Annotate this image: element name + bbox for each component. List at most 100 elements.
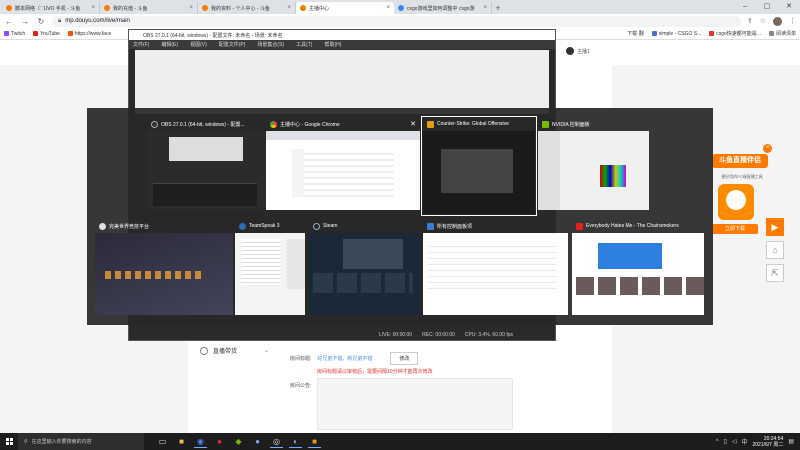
teamspeak-icon[interactable]: ● (251, 435, 264, 448)
windows-taskbar: ⚲ 在这里输入你要搜索的内容 ▭ ■ ◉ ● ◆ ● ◎ ◐ ■ ^ ▯ ◁ 中… (0, 433, 800, 450)
youtube-icon (33, 31, 39, 36)
notice-textarea[interactable] (317, 378, 513, 430)
obs-menu-item[interactable]: 视图(V) (190, 41, 207, 48)
switcher-window-perfect-world[interactable]: 完美世界竞技平台 (95, 220, 233, 315)
close-tab-icon[interactable]: × (483, 5, 487, 11)
nvidia-icon (542, 120, 549, 128)
switcher-window-obs[interactable]: OBS 27.0.1 (64-bit, windows) - 配置... (147, 118, 265, 210)
douyu-app-ad[interactable]: 斗鱼直播伴侣 更好用的PC端直播工具 立即下载 × (706, 144, 772, 236)
douyu-logo-icon (718, 184, 754, 220)
obs-menu-item[interactable]: 工具(T) (296, 41, 312, 48)
window-thumbnail (235, 233, 305, 315)
menu-icon[interactable]: ⋮ (789, 17, 796, 25)
share-icon[interactable]: ⇱ (766, 264, 784, 282)
windows-start-button[interactable] (0, 433, 18, 450)
network-icon[interactable]: ▯ (724, 438, 727, 445)
perfect-world-icon (99, 222, 106, 230)
volume-icon[interactable]: ◁ (732, 438, 737, 445)
close-tab-icon[interactable]: × (91, 5, 95, 11)
browser-tab[interactable]: csgo游戏里如何调整中 csgo游 × (394, 2, 492, 14)
browser-tab-active[interactable]: 主播中心 × (296, 2, 394, 14)
netease-music-icon[interactable]: ● (213, 435, 226, 448)
window-thumbnail (572, 233, 704, 315)
new-tab-button[interactable]: + (492, 2, 504, 14)
switcher-window-teamspeak[interactable]: TeamSpeak 3 (235, 220, 305, 315)
share-icon[interactable]: ⇪ (747, 17, 753, 25)
obs-menu-item[interactable]: 场景集合(S) (257, 41, 284, 48)
obs-icon[interactable]: ◎ (270, 435, 283, 448)
title-warning: 房间标题请以审核后，需要间隔10分钟才能再次修改 (317, 369, 433, 375)
taskbar-search-input[interactable]: ⚲ 在这里输入你要搜索的内容 (18, 433, 144, 450)
bookmark-download[interactable]: 下载·翻 (627, 30, 644, 37)
maximize-icon[interactable]: ▢ (756, 0, 778, 14)
reading-list[interactable]: 阅读清单 (768, 30, 796, 37)
home-icon[interactable]: ⌂ (766, 241, 784, 259)
back-icon[interactable]: ← (4, 17, 14, 26)
teamspeak-icon (239, 222, 246, 230)
bookmark-faceit[interactable]: https://www.face (67, 31, 111, 37)
obs-title: OBS 27.0.1 (64-bit, windows) - 配置文件: 未命名… (129, 30, 555, 40)
browser-tab[interactable]: 我的充值 - 斗鱼 × (100, 2, 198, 14)
windows-logo-icon (5, 438, 13, 445)
close-icon[interactable]: × (763, 144, 772, 153)
user-chip[interactable]: 主播1 (566, 47, 590, 55)
taskbar-clock[interactable]: 20:34:54 2021/6/7 周二 (752, 436, 783, 448)
ad-title: 斗鱼直播伴侣 (712, 154, 768, 168)
switcher-window-csgo[interactable]: Counter-Strike: Global Offensive (421, 116, 537, 216)
douyu-favicon-icon (202, 5, 208, 11)
nvidia-icon[interactable]: ◆ (232, 435, 245, 448)
close-tab-icon[interactable]: × (189, 5, 193, 11)
ime-icon[interactable]: 中 (741, 437, 747, 446)
switcher-window-youtube[interactable]: Everybody Hates Me - The Chainsmokers (572, 220, 704, 315)
bookmark-csgo[interactable]: csgo快速都可能是... (709, 30, 761, 37)
close-icon[interactable]: ✕ (778, 0, 800, 14)
close-tab-icon[interactable]: × (386, 5, 390, 11)
edit-title-button[interactable]: 修改 (390, 352, 419, 365)
window-thumbnail (266, 131, 420, 210)
profile-avatar[interactable] (773, 16, 782, 26)
system-tray: ^ ▯ ◁ 中 20:34:54 2021/6/7 周二 ▤ (716, 436, 800, 448)
bookmark-twitch[interactable]: Twitch (4, 31, 25, 37)
switcher-window-nvidia[interactable]: NVIDIA 控制面板 (538, 118, 649, 210)
bookmark-star-icon[interactable]: ☆ (760, 17, 766, 25)
csgo-favicon-icon (398, 5, 404, 11)
csgo-icon[interactable]: ■ (308, 435, 321, 448)
sidebar-item-live[interactable]: 直播带货 ⌄ (200, 346, 269, 355)
close-tab-icon[interactable]: × (287, 5, 291, 11)
forward-icon[interactable]: → (20, 17, 30, 26)
control-panel-icon (427, 222, 434, 230)
window-thumbnail (538, 131, 649, 210)
obs-menu-item[interactable]: 帮助(H) (324, 41, 341, 48)
task-view-icon[interactable]: ▭ (156, 435, 169, 448)
address-bar[interactable]: 🔒︎ mp.douyu.com/live/main (52, 15, 741, 27)
steam-icon[interactable]: ◐ (289, 435, 302, 448)
notification-icon[interactable]: ▤ (788, 438, 794, 445)
browser-tab-bar: 脚本网络（‘ ’UVO 手机 - 斗鱼 × 我的充值 - 斗鱼 × 我的资料 - 个… (0, 0, 800, 14)
site-icon (651, 31, 657, 36)
switcher-window-steam[interactable]: Steam (309, 220, 421, 315)
browser-tab[interactable]: 脚本网络（‘ ’UVO 手机 - 斗鱼 × (2, 2, 100, 14)
obs-menu-item[interactable]: 文件(F) (133, 41, 149, 48)
minimize-icon[interactable]: – (734, 0, 756, 14)
play-icon[interactable]: ▶ (766, 218, 784, 236)
avatar (566, 47, 574, 55)
reload-icon[interactable]: ↻ (36, 17, 46, 26)
chrome-icon[interactable]: ◉ (194, 435, 207, 448)
window-thumbnail (423, 131, 535, 214)
obs-menu-item[interactable]: 编辑(E) (161, 41, 178, 48)
window-thumbnail (309, 233, 421, 315)
browser-tab[interactable]: 我的资料 - 个人中心 - 斗鱼 × (198, 2, 296, 14)
chevron-down-icon: ⌄ (264, 348, 270, 354)
ad-download-button[interactable]: 立即下载 (712, 224, 758, 234)
bookmark-youtube[interactable]: YouTube (33, 31, 60, 37)
obs-menu-item[interactable]: 配置文件(P) (219, 41, 246, 48)
close-icon[interactable]: ✕ (410, 120, 416, 128)
explorer-icon[interactable]: ■ (175, 435, 188, 448)
switcher-window-chrome[interactable]: 主播中心 - Google Chrome ✕ (266, 118, 420, 210)
switcher-window-control-panel[interactable]: 所有控制面板项 (423, 220, 568, 315)
live-icon (200, 346, 208, 355)
twitch-icon (4, 31, 9, 36)
tray-chevron-icon[interactable]: ^ (716, 439, 719, 445)
ad-subtitle: 更好用的PC端直播工具 (721, 174, 763, 179)
bookmark-simple[interactable]: simple - CSGO S... (651, 31, 701, 37)
